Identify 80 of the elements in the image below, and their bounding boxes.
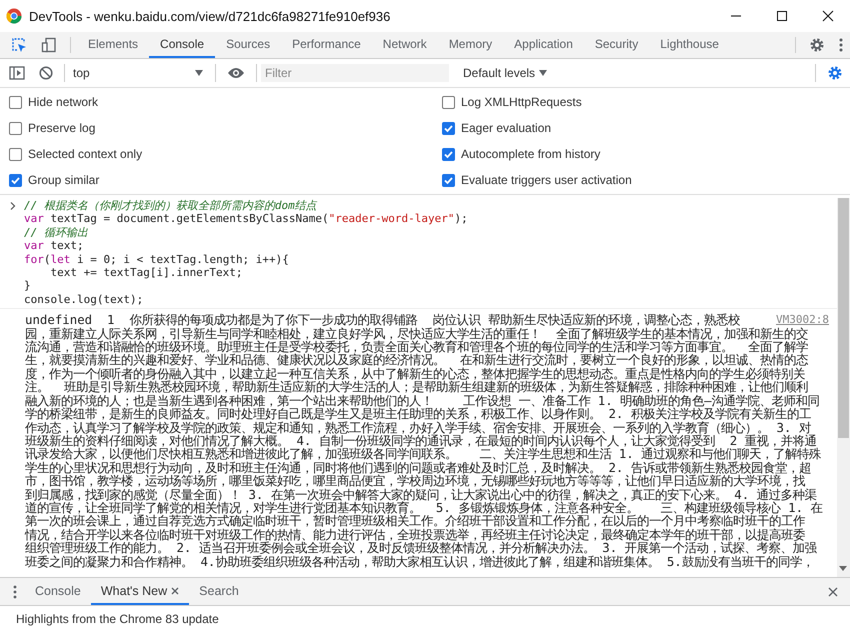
panel-tab[interactable]: Lighthouse: [649, 32, 730, 58]
checkbox[interactable]: [9, 96, 22, 108]
drawer-tab[interactable]: Console: [25, 578, 91, 605]
setting-checkbox[interactable]: Selected context only: [0, 141, 433, 167]
setting-checkbox[interactable]: Hide network: [0, 89, 433, 115]
clear-console-icon[interactable]: [39, 66, 53, 80]
context-dropdown[interactable]: top: [69, 66, 211, 80]
log-text-line: 到归属感，找到家的感觉（尽量全面）！ 3. 在第一次班会中解答大家的疑问，让大家说出心中的彷徨，解决之，真正的安下心来。 4. 通过多种渠: [25, 488, 817, 501]
setting-checkbox[interactable]: Evaluate triggers user activation: [433, 167, 850, 193]
log-text-line: 学的桥梁纽带，是新生的良师益友。同时处理好自己既是学生又是班主任助理的关系，积极工作、以身作则。 2. 积极关注学校及学院有关新生的工: [25, 407, 811, 420]
panel-tab[interactable]: Sources: [215, 32, 282, 58]
whats-new-heading: Highlights from the Chrome 83 update: [16, 612, 219, 626]
browser-logo-icon: [6, 8, 22, 24]
drawer-tab[interactable]: Search: [189, 578, 249, 605]
code-line: var text;: [24, 239, 84, 253]
panel-tab[interactable]: Memory: [438, 32, 504, 58]
setting-checkbox[interactable]: Eager evaluation: [433, 115, 850, 141]
levels-dropdown[interactable]: Default levels: [457, 65, 554, 81]
log-text-line: 第一次的班会课上，通过自荐竞选方式确定临时班干，暂时管理班级相关工作。介绍班干部设置和工作分配，在以后的一个月中考察临时班干的工作: [25, 514, 805, 528]
checkbox[interactable]: [9, 174, 22, 186]
close-icon[interactable]: [822, 10, 834, 22]
inspect-element-icon[interactable]: [11, 37, 27, 53]
log-text-line: 学生的心里状况和思想行为动向，及时和班主任沟通，同时将他们遇到的问题或者难处及时汇总，及时解决。 2. 告诉或带领新生熟悉校园食堂，超: [25, 460, 811, 474]
code-line: console.log(text);: [24, 292, 144, 306]
scrollbar-thumb[interactable]: [838, 198, 849, 438]
panel-tab[interactable]: Elements: [77, 32, 150, 58]
maximize-icon[interactable]: [776, 10, 788, 22]
panel-tab[interactable]: Application: [503, 32, 584, 58]
panel-tab[interactable]: Network: [372, 32, 438, 58]
sidebar-toggle-icon[interactable]: [9, 66, 25, 80]
log-text-line: 讯录发给大家，以便他们尽快相互熟悉和增进彼此了解，加强班级各同学间联系。 二、关注学生思想和生活 1. 通过观察和与他们聊天，了解特殊: [25, 447, 822, 461]
log-text-line: 生，就要摸清新生的兴趣和爱好、学业和品德、健康状况以及家庭的经济情况。 在和新生进行交流时，要树立一个良好的形象，以坦诚、热情的态: [25, 353, 808, 367]
checkbox[interactable]: [442, 174, 455, 186]
checkbox[interactable]: [442, 148, 455, 160]
log-text-line: undefined 1 你所获得的每项成功都是为了你下一步成功的取得铺路 岗位认识 帮助新生尽快适应新的环境，调整心态，熟悉校: [25, 313, 740, 327]
log-text-line: 融入新的环境的人；也是当新生遇到各种困难，第一个站出来帮助他们的人！ 工作设想 一、准备工作 1. 明确助班的角色—沟通学院、老师和同: [25, 394, 820, 408]
close-tab-icon[interactable]: [171, 586, 180, 594]
checkbox[interactable]: [442, 96, 455, 108]
checkbox[interactable]: [9, 122, 22, 134]
close-drawer-icon[interactable]: [828, 586, 838, 596]
panel-tab[interactable]: Console: [149, 32, 216, 58]
checkbox[interactable]: [442, 122, 455, 134]
log-text-line: 班委之间的凝聚力和合作精神。 4.协助班委组织班级各种活动，帮助大家相互认识，增进彼此了解，组建和谐班集体。 5.鼓励没有当班干的同学，: [25, 554, 814, 568]
more-options-icon[interactable]: [13, 584, 17, 598]
log-text-line: 班级新生的资料仔细阅读，对他们情况了解大概。 4. 自制一份班级同学的通讯录，在最短的时间内认识每个人，让大家觉得受到 2 重视，并将通: [25, 434, 817, 448]
code-line: // 根据类名（你刚才找到的）获取全部所需内容的dom结点: [24, 199, 317, 212]
log-text-line: 园，重新建立人际关系网，引导新生与同学和睦相处，建立良好学风，尽快适应大学生活的重任！ 全面了解班级学生的基本情况，加强和新生的交: [25, 326, 808, 340]
log-text-line: 情况，结合开学以来各位临时班干对班级工作的热情、能力进行评估，全班投票选举，再经班主任讨论决定，最终确定本学年的班干部，以提高班委: [25, 528, 805, 542]
checkbox[interactable]: [9, 148, 22, 160]
setting-checkbox[interactable]: Group similar: [0, 167, 433, 193]
scroll-down-arrow-icon[interactable]: [839, 566, 847, 571]
log-text-line: 流沟通，营造和谐融恰的班级环境。助理班主任是受学校委托，负责全面关心教育和管理各个班的每位同学的生活和学习等方面事宜。 全面了解学: [25, 340, 808, 354]
dropdown-arrow-icon: [539, 70, 548, 76]
setting-checkbox[interactable]: Autocomplete from history: [433, 141, 850, 167]
code-line: }: [24, 279, 31, 293]
settings-icon[interactable]: [827, 65, 843, 81]
code-line: // 循环输出: [24, 226, 88, 240]
panel-tab[interactable]: Security: [584, 32, 650, 58]
dropdown-arrow-icon: [195, 70, 203, 76]
scrollbar[interactable]: [837, 198, 850, 577]
filter-field[interactable]: Filter: [261, 64, 449, 82]
prompt-chevron-icon: [10, 202, 16, 210]
device-toolbar-icon[interactable]: [41, 37, 57, 53]
log-text-line: 度，作为一个倾听者的身份融入其中，以建立起一种互信关系，从中了解新生的心态，整体把握学生的思想动态。重点是性格内向的学生必须特别关: [25, 366, 805, 380]
eye-icon[interactable]: [227, 67, 245, 79]
setting-checkbox[interactable]: Preserve log: [0, 115, 433, 141]
log-text-line: 注。 班助是引导新生熟悉校园环境，帮助新生适应新的大学生活的人；是帮助新生组建新的班级体，为新生答疑解惑，排除种种困难，让他们顺利: [25, 380, 808, 394]
log-text-line: 组织管理班级工作的能力。 2. 适当召开班委例会或全班会议，及时反馈班级整体情况，并分析解决办法。 3. 开展第一个活动，试探、考察、加强: [25, 541, 817, 555]
more-options-icon[interactable]: [839, 38, 843, 52]
code-line: var textTag = document.getElementsByClassName("reader-word-layer");: [24, 212, 468, 226]
panel-tab[interactable]: Performance: [281, 32, 372, 58]
settings-icon[interactable]: [809, 37, 825, 53]
code-line: for(let i = 0; i < textTag.length; i++){: [24, 252, 289, 266]
log-text-line: 作动态，认真学习了解学校及学院的政策、规定和通知，熟悉工作流程，办好入学手续、宿舍安排、开展班会、一系列的入学教育（细心）。 3. 对: [25, 420, 811, 434]
log-text-line: 道的宣传，让全班同学了解党的相关情况，对学生进行党团基本知识教育。 5. 多锻炼锻炼身体，注意各种安全。 三、构建班级领导核心 1. 在: [25, 500, 823, 514]
code-line: text += textTag[i].innerText;: [49, 266, 243, 280]
drawer-tab[interactable]: What's New: [90, 578, 190, 605]
log-text-line: 市，图书馆，教学楼，运动场等场所，哪里饭菜好吃，哪里商品便宜，学校周边环境，无锡哪些好玩地方等等等，让他们早日适应新的大学环境，找: [25, 474, 805, 488]
window-title: DevTools - wenku.baidu.com/view/d721dc6fa98271fe910ef936: [29, 8, 390, 24]
setting-checkbox[interactable]: Log XMLHttpRequests: [433, 89, 850, 115]
